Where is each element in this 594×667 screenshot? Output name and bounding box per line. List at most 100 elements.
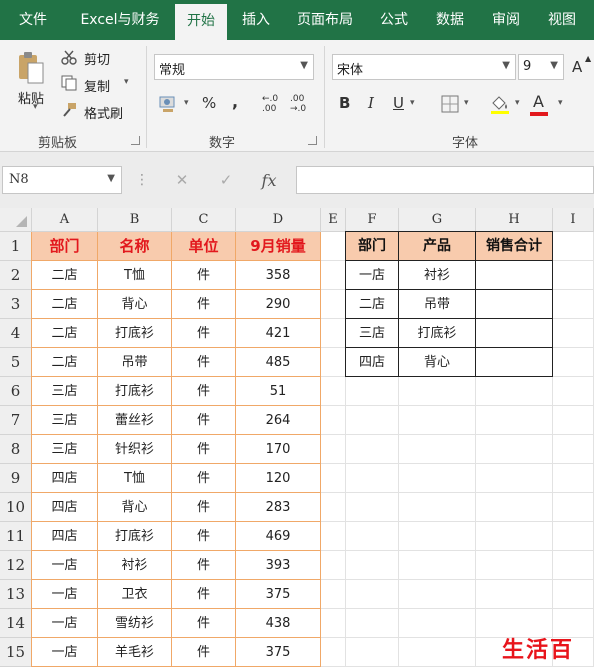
table-cell[interactable]: 51	[236, 377, 321, 406]
grid-cell[interactable]	[399, 435, 476, 464]
cut-icon[interactable]	[60, 48, 78, 66]
table-cell[interactable]: 衬衫	[399, 261, 476, 290]
increase-decimal-button[interactable]: ←.0 .00	[262, 94, 278, 114]
row-header-15[interactable]: 15	[0, 638, 32, 667]
grid-cell[interactable]	[346, 493, 399, 522]
grid-cell[interactable]	[553, 348, 594, 377]
grid-cell[interactable]	[553, 551, 594, 580]
underline-button[interactable]: U	[393, 94, 404, 112]
grid-cell[interactable]	[476, 464, 553, 493]
grid-cell[interactable]	[346, 580, 399, 609]
grow-font-button[interactable]: A	[572, 58, 582, 76]
table-cell[interactable]: 290	[236, 290, 321, 319]
grid-cell[interactable]	[321, 522, 346, 551]
table-cell[interactable]: 件	[172, 522, 236, 551]
column-header-b[interactable]: B	[98, 208, 172, 232]
tab-excel-finance[interactable]: Excel与财务	[66, 0, 174, 40]
grid-cell[interactable]	[346, 377, 399, 406]
grid-cell[interactable]	[321, 580, 346, 609]
fill-color-icon[interactable]	[488, 92, 512, 116]
grid-cell[interactable]	[553, 435, 594, 464]
row-header-5[interactable]: 5	[0, 348, 32, 377]
grid-cell[interactable]	[321, 232, 346, 261]
table-header-cell[interactable]: 销售合计	[476, 232, 553, 261]
number-format-select[interactable]: 常规 ▼	[154, 54, 314, 80]
row-header-14[interactable]: 14	[0, 609, 32, 638]
table-cell[interactable]: 件	[172, 580, 236, 609]
table-header-cell[interactable]: 部门	[32, 232, 98, 261]
clipboard-launcher-icon[interactable]	[131, 136, 140, 145]
table-cell[interactable]: 三店	[346, 319, 399, 348]
percent-style-button[interactable]: %	[202, 94, 216, 112]
borders-icon[interactable]	[440, 95, 460, 113]
grid-cell[interactable]	[476, 406, 553, 435]
grid-cell[interactable]	[399, 609, 476, 638]
table-cell[interactable]: 421	[236, 319, 321, 348]
grid-cell[interactable]	[553, 406, 594, 435]
enter-entry-button[interactable]: ✓	[214, 166, 238, 194]
row-header-9[interactable]: 9	[0, 464, 32, 493]
table-cell[interactable]: 吊带	[399, 290, 476, 319]
table-cell[interactable]: 375	[236, 580, 321, 609]
table-cell[interactable]: 件	[172, 493, 236, 522]
table-header-cell[interactable]: 名称	[98, 232, 172, 261]
grid-cell[interactable]	[476, 435, 553, 464]
table-cell[interactable]: 件	[172, 261, 236, 290]
grid-cell[interactable]	[321, 377, 346, 406]
grid-cell[interactable]	[553, 493, 594, 522]
table-cell[interactable]: 件	[172, 319, 236, 348]
table-cell[interactable]	[476, 290, 553, 319]
grid-cell[interactable]	[346, 638, 399, 667]
table-cell[interactable]: 二店	[32, 261, 98, 290]
font-name-select[interactable]: 宋体 ▼	[332, 54, 516, 80]
paste-icon[interactable]	[14, 48, 48, 88]
column-header-c[interactable]: C	[172, 208, 236, 232]
grid-cell[interactable]	[553, 522, 594, 551]
table-cell[interactable]: 四店	[346, 348, 399, 377]
grid-cell[interactable]	[321, 464, 346, 493]
table-cell[interactable]	[476, 261, 553, 290]
grid-cell[interactable]	[476, 551, 553, 580]
column-header-f[interactable]: F	[346, 208, 399, 232]
grid-cell[interactable]	[476, 522, 553, 551]
row-header-1[interactable]: 1	[0, 232, 32, 261]
grid-cell[interactable]	[553, 232, 594, 261]
tab-insert[interactable]: 插入	[229, 0, 283, 40]
copy-icon[interactable]	[60, 74, 78, 92]
worksheet-grid[interactable]: ABCDEFGHI 12345678910111213141516 部门名称单位…	[0, 208, 594, 667]
grid-cell[interactable]	[321, 551, 346, 580]
table-cell[interactable]: 170	[236, 435, 321, 464]
grid-cell[interactable]	[399, 580, 476, 609]
grid-cell[interactable]	[399, 377, 476, 406]
cut-label[interactable]: 剪切	[84, 49, 110, 68]
table-cell[interactable]: 件	[172, 638, 236, 667]
comma-style-button[interactable]: ,	[232, 92, 238, 111]
column-header-i[interactable]: I	[553, 208, 594, 232]
grid-cell[interactable]	[346, 551, 399, 580]
table-cell[interactable]: 打底衫	[98, 319, 172, 348]
table-cell[interactable]: 一店	[32, 551, 98, 580]
grid-cell[interactable]	[553, 464, 594, 493]
borders-dropdown-icon[interactable]: ▾	[464, 98, 469, 108]
row-header-6[interactable]: 6	[0, 377, 32, 406]
table-cell[interactable]: 二店	[32, 290, 98, 319]
font-color-dropdown-icon[interactable]: ▾	[558, 98, 563, 108]
table-cell[interactable]: 469	[236, 522, 321, 551]
table-cell[interactable]: 283	[236, 493, 321, 522]
column-header-g[interactable]: G	[399, 208, 476, 232]
grid-cell[interactable]	[346, 464, 399, 493]
grid-cell[interactable]	[346, 609, 399, 638]
table-cell[interactable]	[476, 348, 553, 377]
table-cell[interactable]: 件	[172, 377, 236, 406]
font-color-button[interactable]: A	[533, 92, 544, 111]
copy-label[interactable]: 复制	[84, 76, 110, 95]
grid-cell[interactable]	[321, 319, 346, 348]
table-cell[interactable]: 件	[172, 464, 236, 493]
grid-cell[interactable]	[321, 348, 346, 377]
underline-dropdown-icon[interactable]: ▾	[410, 98, 415, 108]
grid-cell[interactable]	[399, 493, 476, 522]
table-cell[interactable]: 雪纺衫	[98, 609, 172, 638]
decrease-decimal-button[interactable]: .00 →.0	[290, 94, 306, 114]
table-cell[interactable]: 件	[172, 435, 236, 464]
tab-home[interactable]: 开始	[175, 4, 227, 40]
